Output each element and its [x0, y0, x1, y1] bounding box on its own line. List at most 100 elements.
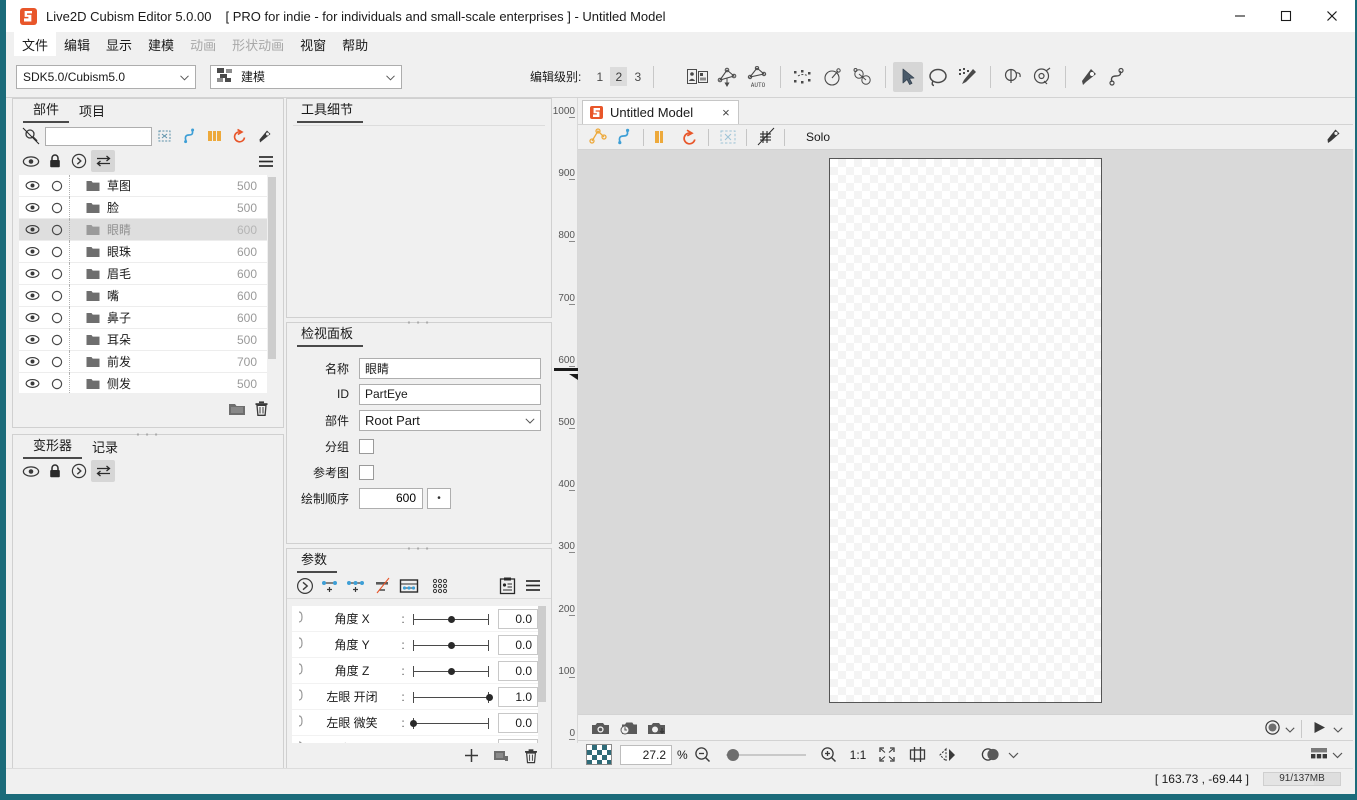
key-icon[interactable] — [292, 637, 308, 652]
search-strike-icon[interactable] — [19, 127, 43, 146]
slider-knob[interactable] — [447, 641, 455, 649]
parameter-slider[interactable] — [410, 736, 492, 744]
hamburger-icon[interactable] — [255, 155, 277, 168]
part-visibility-toggle[interactable] — [19, 334, 45, 345]
part-visibility-toggle[interactable] — [19, 180, 45, 191]
parameter-row[interactable]: 左眼 微笑: 0.0 — [292, 710, 538, 736]
chevron-down-icon[interactable] — [1333, 722, 1343, 736]
deformer-warp-icon[interactable] — [848, 62, 878, 92]
part-select-radio[interactable] — [45, 202, 69, 214]
zoom-slider-knob[interactable] — [726, 748, 739, 761]
menu-help[interactable]: 帮助 — [334, 32, 376, 56]
pen-tool-icon[interactable] — [1073, 62, 1103, 92]
edit-level-1[interactable]: 1 — [591, 67, 608, 86]
zoom-in-icon[interactable] — [814, 742, 844, 768]
bounding-box-icon[interactable] — [152, 125, 177, 147]
parameter-value[interactable]: 0.0 — [498, 660, 538, 681]
solo-toggle[interactable]: Solo — [806, 130, 830, 144]
fit-screen-icon[interactable] — [872, 742, 902, 768]
add-3key-icon[interactable] — [344, 575, 370, 597]
camera-export-icon[interactable] — [642, 716, 670, 742]
slider-knob[interactable] — [447, 615, 455, 623]
part-row[interactable]: 耳朵 500 — [19, 328, 267, 351]
art-mesh-manual-icon[interactable] — [713, 62, 743, 92]
add-icon[interactable] — [464, 748, 479, 766]
swap-icon[interactable] — [91, 150, 115, 172]
key-icon[interactable] — [292, 611, 308, 626]
part-select-radio[interactable] — [45, 312, 69, 324]
delete-icon[interactable] — [254, 400, 269, 420]
scrollbar-thumb[interactable] — [538, 606, 546, 702]
canvas-bounds-icon[interactable] — [902, 742, 932, 768]
parts-scrollbar[interactable] — [267, 175, 277, 393]
close-icon[interactable]: × — [722, 105, 730, 120]
part-row[interactable]: 前发 700 — [19, 350, 267, 373]
menu-file[interactable]: 文件 — [14, 32, 57, 56]
lock-icon[interactable] — [43, 150, 67, 172]
part-visibility-toggle[interactable] — [19, 356, 45, 367]
part-row[interactable]: 眼睛 600 — [19, 218, 267, 241]
keyform-icon[interactable] — [396, 575, 422, 597]
path-tool-icon[interactable] — [1103, 62, 1133, 92]
key-icon[interactable] — [292, 663, 308, 678]
art-mesh-auto-icon[interactable]: AUTO — [743, 62, 773, 92]
deformer-orange-icon[interactable] — [584, 125, 611, 149]
minimize-button[interactable] — [1217, 0, 1263, 32]
mesh-edit-icon[interactable] — [788, 62, 818, 92]
clipboard-icon[interactable] — [494, 575, 520, 597]
search-input[interactable] — [45, 126, 152, 146]
grid-strike-icon[interactable] — [752, 125, 779, 149]
part-visibility-toggle[interactable] — [19, 224, 45, 235]
part-visibility-toggle[interactable] — [19, 246, 45, 257]
remove-key-icon[interactable] — [370, 575, 396, 597]
part-select-radio[interactable] — [45, 268, 69, 280]
part-row[interactable]: 鼻子 600 — [19, 306, 267, 329]
pen-dark-icon[interactable] — [252, 125, 277, 147]
canvas-stage[interactable] — [578, 150, 1353, 714]
parameter-row[interactable]: 左眼 开闭: 1.0 — [292, 684, 538, 710]
glue-icon[interactable] — [998, 62, 1028, 92]
flip-view-icon[interactable] — [932, 742, 962, 768]
panel-resize-grip[interactable]: ▪ ▪ ▪ — [287, 318, 551, 327]
duplicate-icon[interactable] — [493, 748, 510, 766]
pen-dark-icon[interactable] — [1325, 128, 1341, 147]
part-select-radio[interactable] — [45, 334, 69, 346]
part-row[interactable]: 眼珠 600 — [19, 240, 267, 263]
glue-edit-icon[interactable] — [1028, 62, 1058, 92]
scrollbar-thumb[interactable] — [268, 177, 276, 359]
tab-parts[interactable]: 部件 — [23, 99, 70, 123]
loop-orange-icon[interactable] — [676, 125, 703, 149]
parameter-slider[interactable] — [410, 632, 492, 658]
chevron-down-icon[interactable] — [1332, 748, 1343, 762]
draw-order-field[interactable]: 600 — [359, 487, 423, 509]
parameter-slider[interactable] — [410, 658, 492, 684]
chevron-down-icon[interactable] — [1285, 722, 1295, 736]
deformer-list[interactable] — [19, 491, 277, 765]
workspace-mode-select[interactable]: 建模 — [210, 64, 402, 89]
parameter-row[interactable]: 右眼: 1.0 — [292, 736, 538, 743]
chevron-down-icon[interactable] — [1008, 748, 1019, 762]
path-blue-icon[interactable] — [611, 125, 638, 149]
slider-knob[interactable] — [409, 719, 417, 727]
play-icon[interactable] — [1301, 719, 1327, 738]
group-checkbox[interactable] — [359, 438, 374, 454]
select-arrow-icon[interactable] — [893, 61, 924, 92]
key-icon[interactable] — [292, 741, 308, 743]
part-select-radio[interactable] — [45, 246, 69, 258]
hamburger-icon[interactable] — [520, 575, 546, 597]
layout-grid-icon[interactable] — [1310, 746, 1328, 763]
part-visibility-toggle[interactable] — [19, 202, 45, 213]
parts-list[interactable]: 草图 500 脸 500 眼睛 600 眼珠 600 眉毛 600 嘴 600 鼻子 600 耳朵 500 前发… — [19, 175, 267, 393]
multi-key-icon[interactable] — [428, 575, 454, 597]
expand-arrow-icon[interactable] — [67, 150, 91, 172]
part-row[interactable]: 眉毛 600 — [19, 262, 267, 285]
menu-edit[interactable]: 编辑 — [56, 32, 98, 56]
eye-icon[interactable] — [19, 150, 43, 172]
id-field[interactable]: PartEye — [359, 383, 541, 405]
part-row[interactable]: 嘴 600 — [19, 284, 267, 307]
zoom-slider[interactable] — [725, 745, 806, 765]
parameter-slider[interactable] — [410, 606, 492, 632]
texture-atlas-icon[interactable] — [683, 62, 713, 92]
part-row[interactable]: 侧发 500 — [19, 372, 267, 393]
expand-arrow-icon[interactable] — [292, 575, 318, 597]
